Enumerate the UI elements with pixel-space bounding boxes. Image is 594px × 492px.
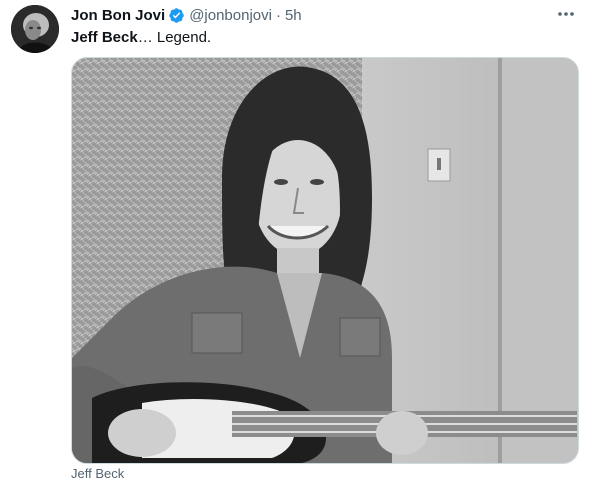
timestamp[interactable]: 5h bbox=[285, 7, 302, 24]
more-options-icon[interactable] bbox=[556, 6, 576, 22]
user-handle[interactable]: @jonbonjovi bbox=[189, 7, 272, 24]
tweet-text-rest: … Legend. bbox=[137, 29, 212, 46]
tweet-photo[interactable] bbox=[71, 57, 579, 464]
tweet-text: Jeff Beck… Legend. bbox=[71, 28, 211, 48]
user-name[interactable]: Jon Bon Jovi bbox=[71, 7, 165, 24]
photo-image bbox=[72, 58, 578, 463]
separator-dot: · bbox=[275, 6, 281, 24]
photo-caption[interactable]: Jeff Beck bbox=[71, 466, 124, 481]
avatar[interactable] bbox=[11, 5, 59, 53]
verified-badge-icon bbox=[168, 7, 185, 24]
tweet[interactable]: Jon Bon Jovi @jonbonjovi · 5h Jeff Beck…… bbox=[0, 0, 594, 492]
avatar-image bbox=[11, 5, 59, 53]
tweet-text-bold: Jeff Beck bbox=[71, 29, 138, 46]
tweet-header: Jon Bon Jovi @jonbonjovi · 5h bbox=[71, 4, 576, 26]
